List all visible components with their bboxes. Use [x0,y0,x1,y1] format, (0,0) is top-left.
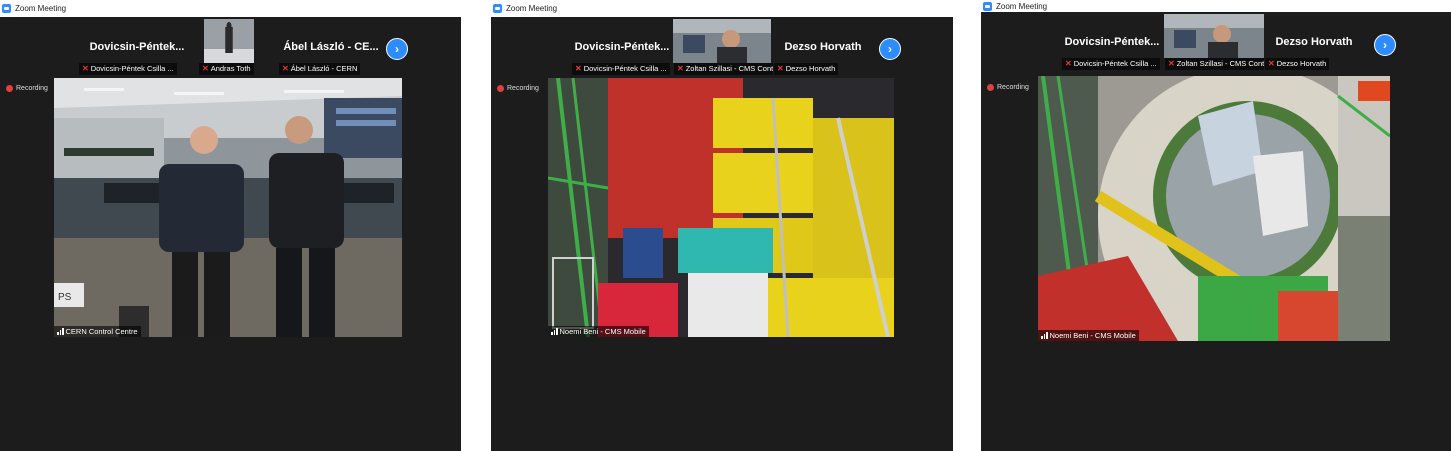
zoom-window-2: Zoom Meeting Dovicsin-Péntek... ✕ Dovicsi… [491,0,953,451]
thumbnail-strip: Dovicsin-Péntek... ✕ Dovicsin-Péntek Csil… [78,19,408,75]
zoom-icon [493,4,502,13]
zoom-icon [983,1,992,11]
participant-caption: ✕ Dovicsin-Péntek Csilla ... [79,63,177,75]
meeting-area: Dovicsin-Péntek... ✕ Dovicsin-Péntek Csil… [0,17,461,451]
speaker-label: Noemi Beni - CMS Mobile [1038,330,1139,341]
cavern-scene [1038,76,1390,341]
speaker-label: CERN Control Centre [54,326,141,337]
caption-text: Dezso Horvath [785,64,836,73]
speaker-name: Noemi Beni - CMS Mobile [559,327,646,336]
participant-caption: ✕ Zoltan Szillasi - CMS Cont... [674,63,775,75]
mic-off-icon: ✕ [1168,59,1175,68]
mic-off-icon: ✕ [282,64,289,73]
mic-off-icon: ✕ [82,64,89,73]
participant-name: Dezso Horvath [784,41,862,53]
caption-text: Zoltan Szillasi - CMS Cont... [1176,59,1267,68]
speaker-name: CERN Control Centre [65,327,138,336]
window-title: Zoom Meeting [506,4,558,13]
meeting-area: Dovicsin-Péntek... ✕ Dovicsin-Péntek Csil… [491,17,953,451]
mic-off-icon: ✕ [777,64,784,73]
participant-tile[interactable]: Dezso Horvath ✕ Dezso Horvath [773,19,873,75]
participant-tile[interactable]: Dovicsin-Péntek... ✕ Dovicsin-Péntek Csil… [78,19,196,75]
scene-sign-text: PS [58,292,72,303]
participant-video [204,19,254,63]
mic-off-icon: ✕ [1065,59,1072,68]
next-page-button[interactable]: › [1374,34,1396,56]
recording-indicator: Recording [6,85,48,92]
participant-tile[interactable]: ✕ Zoltan Szillasi - CMS Cont... [1164,14,1267,70]
participant-name: Dezso Horvath [1275,36,1353,48]
speaker-label: Noemi Beni - CMS Mobile [548,326,649,337]
record-dot-icon [497,85,504,92]
meeting-area: Dovicsin-Péntek... ✕ Dovicsin-Péntek Csil… [981,12,1451,451]
participant-caption: ✕ Dezso Horvath [1265,58,1330,70]
caption-text: Dovicsin-Péntek Csilla ... [90,64,174,73]
recording-label: Recording [507,85,539,92]
caption-text: Ábel László - CERN [290,64,358,73]
participant-caption: ✕ Zoltan Szillasi - CMS Cont... [1165,58,1267,70]
participant-caption: ✕ Dovicsin-Péntek Csilla ... [1062,58,1160,70]
zoom-window-1: Zoom Meeting Dovicsin-Péntek... ✕ Dovicsi… [0,0,461,451]
zoom-icon [2,4,11,13]
participant-name: Dovicsin-Péntek... [1064,36,1160,48]
recording-indicator: Recording [497,85,539,92]
caption-text: Dovicsin-Péntek Csilla ... [583,64,667,73]
participant-tile[interactable]: ✕ Andras Toth [198,19,278,75]
participant-tile[interactable]: Dovicsin-Péntek... ✕ Dovicsin-Péntek Csil… [571,19,673,75]
participant-tile[interactable]: Dezso Horvath ✕ Dezso Horvath [1264,14,1364,70]
caption-text: Dezso Horvath [1276,59,1327,68]
participant-tile[interactable]: ✕ Zoltan Szillasi - CMS Cont... [673,19,775,75]
window-title: Zoom Meeting [996,1,1048,11]
signal-bars-icon [551,328,558,335]
signal-bars-icon [1041,332,1048,339]
participant-tile[interactable]: Ábel László - CE... ✕ Ábel László - CERN [278,19,384,75]
record-dot-icon [6,85,13,92]
next-page-button[interactable]: › [386,38,408,60]
active-speaker-video: Noemi Beni - CMS Mobile [1038,76,1390,341]
thumbnail-strip: Dovicsin-Péntek... ✕ Dovicsin-Péntek Csil… [1061,14,1401,70]
active-speaker-video: PS CERN Control Centre [54,78,402,337]
participant-name: Ábel László - CE... [283,41,379,53]
caption-text: Andras Toth [210,64,251,73]
window-titlebar: Zoom Meeting [0,0,461,17]
speaker-name: Noemi Beni - CMS Mobile [1049,331,1136,340]
recording-label: Recording [16,85,48,92]
mic-off-icon: ✕ [1268,59,1275,68]
signal-bars-icon [57,328,64,335]
participant-name: Dovicsin-Péntek... [89,41,185,53]
mic-off-icon: ✕ [575,64,582,73]
participant-name: Dovicsin-Péntek... [574,41,670,53]
mic-off-icon: ✕ [677,64,684,73]
mic-off-icon: ✕ [202,64,209,73]
window-title: Zoom Meeting [15,4,67,13]
record-dot-icon [987,84,994,91]
detector-scene [548,78,894,337]
zoom-window-3: Zoom Meeting Dovicsin-Péntek... ✕ Dovicsi… [981,0,1451,451]
participant-caption: ✕ Dezso Horvath [774,63,839,75]
participant-caption: ✕ Dovicsin-Péntek Csilla ... [572,63,670,75]
caption-text: Zoltan Szillasi - CMS Cont... [685,64,775,73]
participant-caption: ✕ Ábel László - CERN [279,63,361,75]
thumbnail-strip: Dovicsin-Péntek... ✕ Dovicsin-Péntek Csil… [571,19,907,75]
participant-caption: ✕ Andras Toth [199,63,254,75]
active-speaker-video: Noemi Beni - CMS Mobile [548,78,894,337]
participant-video [1164,14,1264,58]
recording-label: Recording [997,84,1029,91]
window-titlebar: Zoom Meeting [981,0,1451,12]
next-page-button[interactable]: › [879,38,901,60]
control-room-scene: PS [54,78,402,337]
participant-tile[interactable]: Dovicsin-Péntek... ✕ Dovicsin-Péntek Csil… [1061,14,1163,70]
window-titlebar: Zoom Meeting [491,0,953,17]
caption-text: Dovicsin-Péntek Csilla ... [1073,59,1157,68]
participant-video [673,19,771,63]
recording-indicator: Recording [987,84,1029,91]
